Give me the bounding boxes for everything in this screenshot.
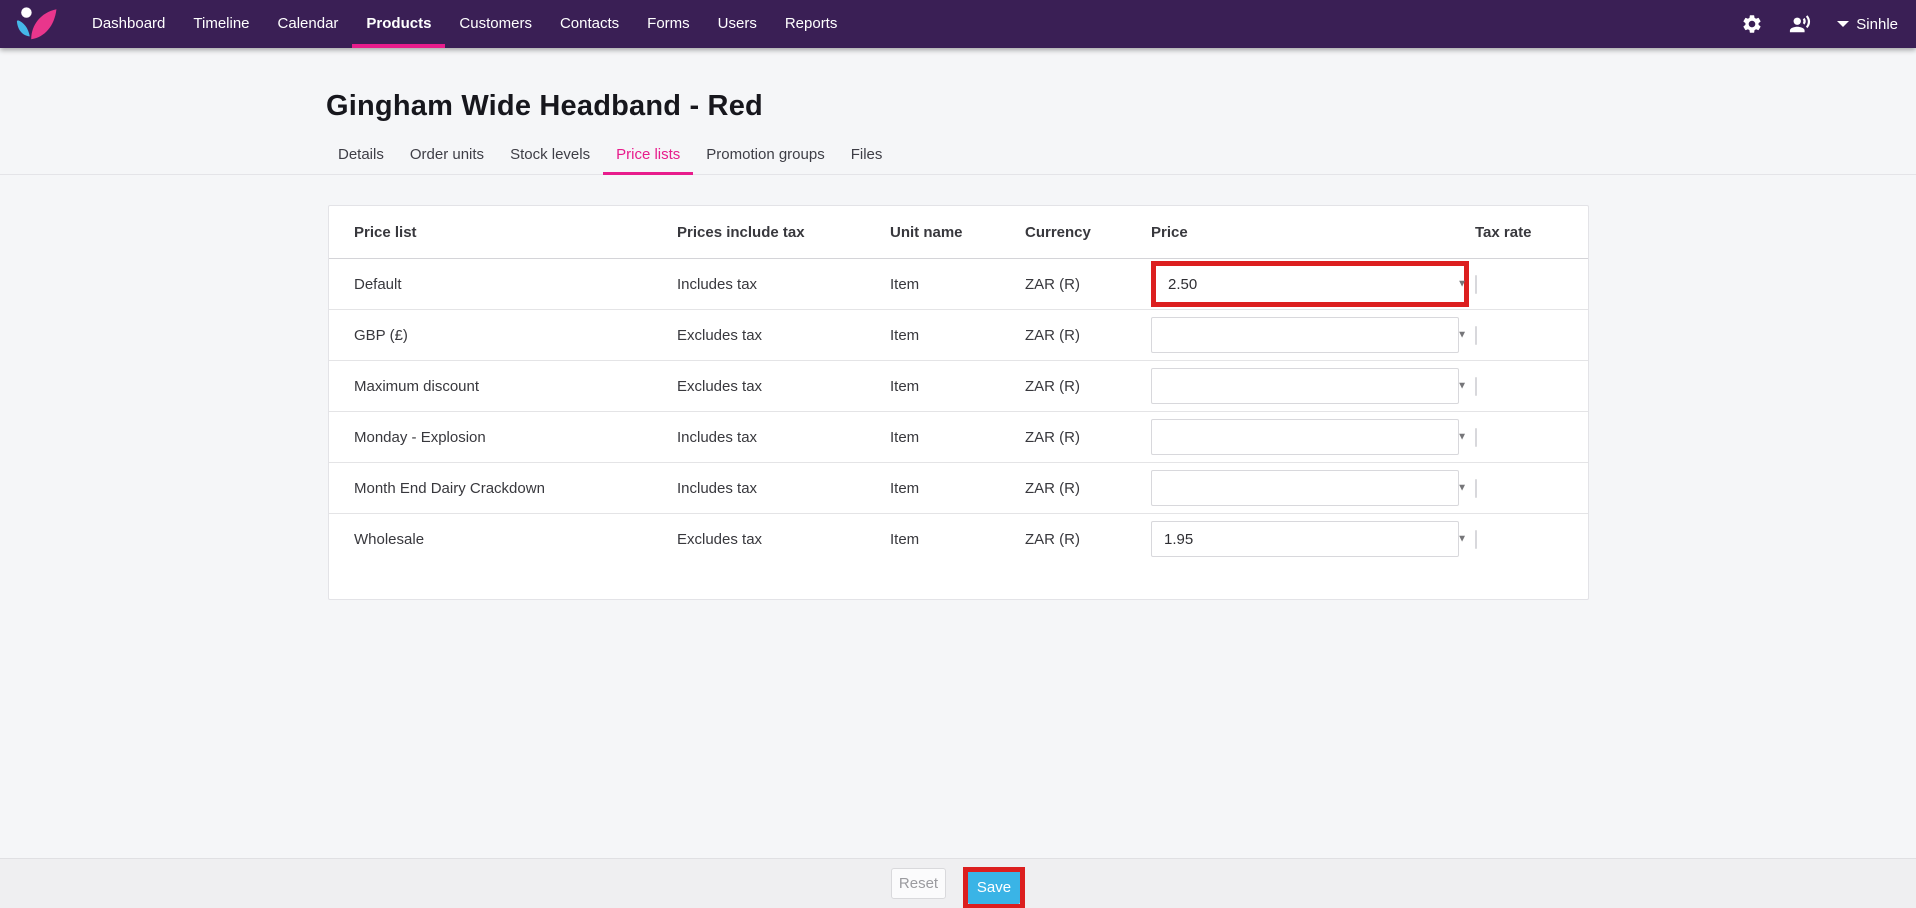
price-lists-card: Price listPrices include taxUnit nameCur… [328,205,1589,600]
price-input[interactable] [1151,419,1459,455]
currency-value: ZAR (R) [1025,378,1151,395]
tax-rate-select[interactable]: ▼ [1475,479,1477,498]
tab-details[interactable]: Details [325,146,397,175]
tab-stock-levels[interactable]: Stock levels [497,146,603,175]
app-logo-icon[interactable] [12,4,58,44]
nav-item-forms[interactable]: Forms [633,0,704,48]
footer-action-bar: Reset Save [0,858,1916,908]
nav-item-customers[interactable]: Customers [445,0,546,48]
table-header-row: Price listPrices include taxUnit nameCur… [329,206,1588,258]
price-input[interactable] [1151,368,1459,404]
unit-name-value: Item [890,480,1025,497]
chevron-down-icon: ▼ [1457,432,1467,443]
price-list-name: Maximum discount [354,378,677,395]
gear-icon[interactable] [1741,13,1763,35]
price-input[interactable] [1151,521,1459,557]
record-voice-over-icon[interactable] [1789,13,1811,35]
prices-include-tax-value: Includes tax [677,429,890,446]
table-row: Monday - Explosion Includes tax Item ZAR… [329,411,1588,462]
chevron-down-icon: ▼ [1457,330,1467,341]
column-header: Unit name [890,224,1025,241]
table-row: Wholesale Excludes tax Item ZAR (R) ▼ [329,513,1588,564]
column-header: Price [1151,224,1475,241]
tab-order-units[interactable]: Order units [397,146,497,175]
price-input-highlight-annotation [1151,261,1469,307]
top-navigation-bar: DashboardTimelineCalendarProductsCustome… [0,0,1916,48]
currency-value: ZAR (R) [1025,429,1151,446]
price-list-name: Month End Dairy Crackdown [354,480,677,497]
nav-item-users[interactable]: Users [704,0,771,48]
page-header: Gingham Wide Headband - Red DetailsOrder… [0,48,1916,175]
reset-button[interactable]: Reset [891,868,946,899]
column-header: Tax rate [1475,224,1588,241]
table-body: Default Includes tax Item ZAR (R) ▼ GBP … [329,258,1588,564]
prices-include-tax-value: Includes tax [677,276,890,293]
nav-item-reports[interactable]: Reports [771,0,852,48]
chevron-down-icon: ▼ [1457,483,1467,494]
nav-item-contacts[interactable]: Contacts [546,0,633,48]
price-list-name: Monday - Explosion [354,429,677,446]
tab-promotion-groups[interactable]: Promotion groups [693,146,837,175]
unit-name-value: Item [890,378,1025,395]
unit-name-value: Item [890,276,1025,293]
caret-down-icon [1837,21,1849,27]
product-tabs: DetailsOrder unitsStock levelsPrice list… [0,146,1916,175]
table-row: Default Includes tax Item ZAR (R) ▼ [329,258,1588,309]
nav-item-products[interactable]: Products [352,0,445,48]
prices-include-tax-value: Excludes tax [677,378,890,395]
currency-value: ZAR (R) [1025,276,1151,293]
currency-value: ZAR (R) [1025,531,1151,548]
unit-name-value: Item [890,531,1025,548]
price-list-name: Wholesale [354,531,677,548]
main-nav-menu: DashboardTimelineCalendarProductsCustome… [78,0,851,48]
price-input[interactable] [1151,470,1459,506]
prices-include-tax-value: Excludes tax [677,531,890,548]
column-header: Price list [354,224,677,241]
tax-rate-select[interactable]: ▼ [1475,530,1477,549]
save-button-highlight-annotation: Save [963,867,1025,908]
currency-value: ZAR (R) [1025,327,1151,344]
tab-price-lists[interactable]: Price lists [603,146,693,175]
column-header: Currency [1025,224,1151,241]
chevron-down-icon: ▼ [1457,381,1467,392]
column-header: Prices include tax [677,224,890,241]
save-button[interactable]: Save [968,872,1020,904]
price-input[interactable] [1151,317,1459,353]
tax-rate-select[interactable]: ▼ [1475,275,1477,294]
table-row: GBP (£) Excludes tax Item ZAR (R) ▼ [329,309,1588,360]
page-title: Gingham Wide Headband - Red [326,90,1916,123]
user-menu[interactable]: Sinhle [1837,16,1898,33]
currency-value: ZAR (R) [1025,480,1151,497]
unit-name-value: Item [890,327,1025,344]
prices-include-tax-value: Excludes tax [677,327,890,344]
tax-rate-select[interactable]: ▼ [1475,326,1477,345]
price-list-name: GBP (£) [354,327,677,344]
tax-rate-select[interactable]: ▼ [1475,428,1477,447]
user-name: Sinhle [1856,16,1898,33]
prices-include-tax-value: Includes tax [677,480,890,497]
table-row: Maximum discount Excludes tax Item ZAR (… [329,360,1588,411]
nav-item-calendar[interactable]: Calendar [264,0,353,48]
tax-rate-select[interactable]: ▼ [1475,377,1477,396]
table-row: Month End Dairy Crackdown Includes tax I… [329,462,1588,513]
nav-item-timeline[interactable]: Timeline [179,0,263,48]
price-input[interactable] [1156,266,1464,302]
tab-files[interactable]: Files [838,146,896,175]
unit-name-value: Item [890,429,1025,446]
nav-item-dashboard[interactable]: Dashboard [78,0,179,48]
chevron-down-icon: ▼ [1457,279,1467,290]
chevron-down-icon: ▼ [1457,534,1467,545]
main-content: Price listPrices include taxUnit nameCur… [0,205,1916,600]
nav-right-controls: Sinhle [1741,13,1898,35]
price-list-name: Default [354,276,677,293]
